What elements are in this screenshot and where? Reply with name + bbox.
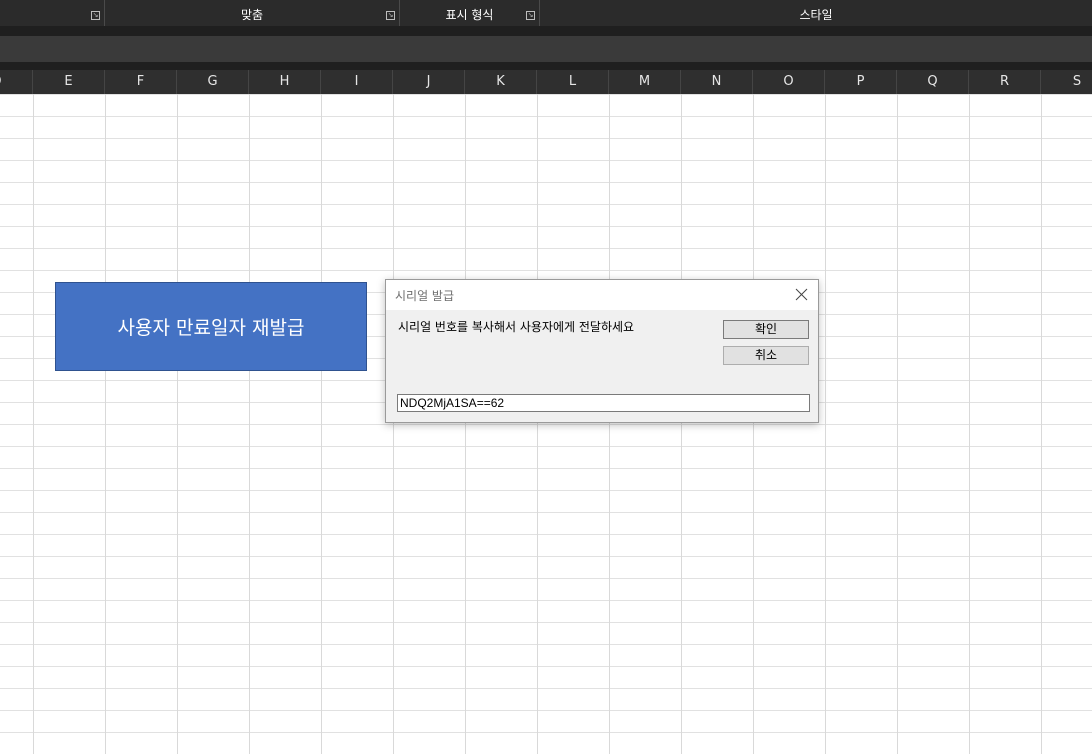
reissue-expiry-button-label: 사용자 만료일자 재발급	[117, 317, 305, 339]
cell-grid[interactable]	[0, 94, 1092, 754]
dialog-launcher-icon[interactable]: ↘	[91, 11, 100, 20]
column-header-f[interactable]: F	[105, 70, 177, 94]
column-header-o[interactable]: O	[753, 70, 825, 94]
column-header-r[interactable]: R	[969, 70, 1041, 94]
dialog-launcher-icon[interactable]: ↘	[526, 11, 535, 20]
column-header-h[interactable]: H	[249, 70, 321, 94]
column-header-g[interactable]: G	[177, 70, 249, 94]
serial-issue-dialog: 시리얼 발급 시리얼 번호를 복사해서 사용자에게 전달하세요 확인 취소 ND…	[385, 279, 819, 423]
column-header-s[interactable]: S	[1041, 70, 1092, 94]
column-header-m[interactable]: M	[609, 70, 681, 94]
ribbon-group-label: 표시 형식	[445, 8, 494, 22]
column-header-q[interactable]: Q	[897, 70, 969, 94]
column-header-n[interactable]: N	[681, 70, 753, 94]
ribbon-group-label: 맞춤	[240, 8, 264, 22]
dialog-launcher-icon[interactable]: ↘	[386, 11, 395, 20]
formula-separator	[0, 62, 1092, 70]
column-header-j[interactable]: J	[393, 70, 465, 94]
close-icon[interactable]	[790, 284, 812, 306]
column-header-i[interactable]: I	[321, 70, 393, 94]
ribbon-group-bar: ↘ 맞춤 ↘ 표시 형식 ↘ 스타일	[0, 0, 1092, 26]
formula-bar[interactable]	[0, 36, 1092, 62]
column-header-l[interactable]: L	[537, 70, 609, 94]
column-header-p[interactable]: P	[825, 70, 897, 94]
ribbon-separator	[0, 26, 1092, 36]
ribbon-group-number-format: 표시 형식 ↘	[400, 0, 540, 26]
column-header-k[interactable]: K	[465, 70, 537, 94]
ok-button[interactable]: 확인	[723, 320, 809, 339]
dialog-message: 시리얼 번호를 복사해서 사용자에게 전달하세요	[398, 320, 635, 334]
column-header-d[interactable]: D	[0, 70, 33, 94]
reissue-expiry-button[interactable]: 사용자 만료일자 재발급	[55, 282, 367, 371]
ribbon-group-font: ↘	[0, 0, 105, 26]
ribbon-group-alignment: 맞춤 ↘	[105, 0, 400, 26]
dialog-titlebar[interactable]: 시리얼 발급	[386, 280, 818, 310]
ribbon-group-label: 스타일	[799, 8, 833, 22]
column-header-e[interactable]: E	[33, 70, 105, 94]
dialog-title: 시리얼 발급	[395, 289, 455, 303]
ribbon-group-styles: 스타일	[540, 0, 1092, 26]
cancel-button[interactable]: 취소	[723, 346, 809, 365]
column-header-bar: D E F G H I J K L M N O P Q R S	[0, 70, 1092, 94]
serial-number-field[interactable]: NDQ2MjA1SA==62	[397, 394, 810, 412]
